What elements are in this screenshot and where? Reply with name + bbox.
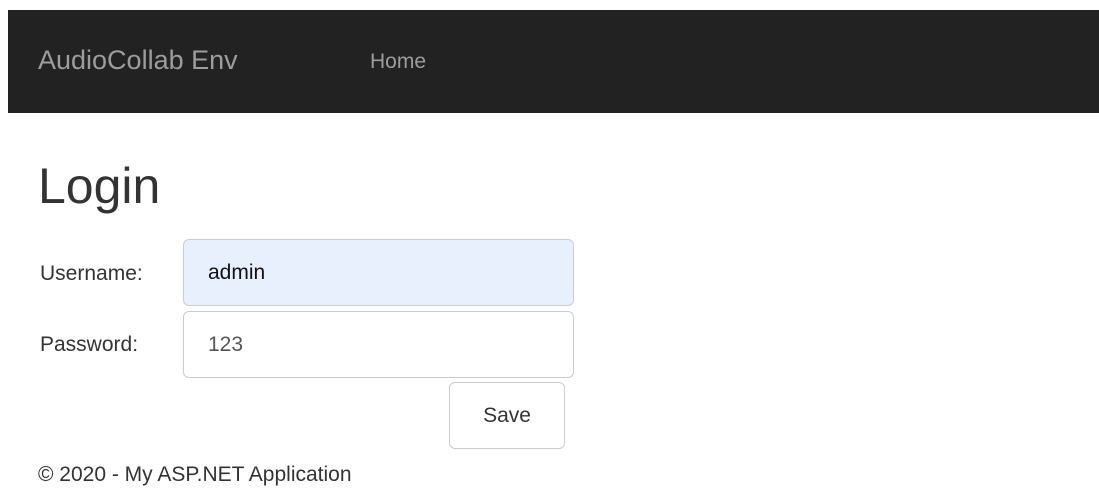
brand-link[interactable]: AudioCollab Env [38, 44, 238, 76]
username-label: Username: [40, 262, 143, 285]
navbar: AudioCollab Env Home [8, 10, 1099, 113]
nav-link-home[interactable]: Home [370, 48, 426, 76]
password-input[interactable] [183, 311, 574, 378]
footer-copyright: © 2020 - My ASP.NET Application [38, 463, 352, 486]
save-button[interactable]: Save [449, 382, 565, 449]
password-label: Password: [40, 333, 139, 356]
username-input[interactable] [183, 239, 574, 306]
page-title: Login [38, 158, 161, 214]
